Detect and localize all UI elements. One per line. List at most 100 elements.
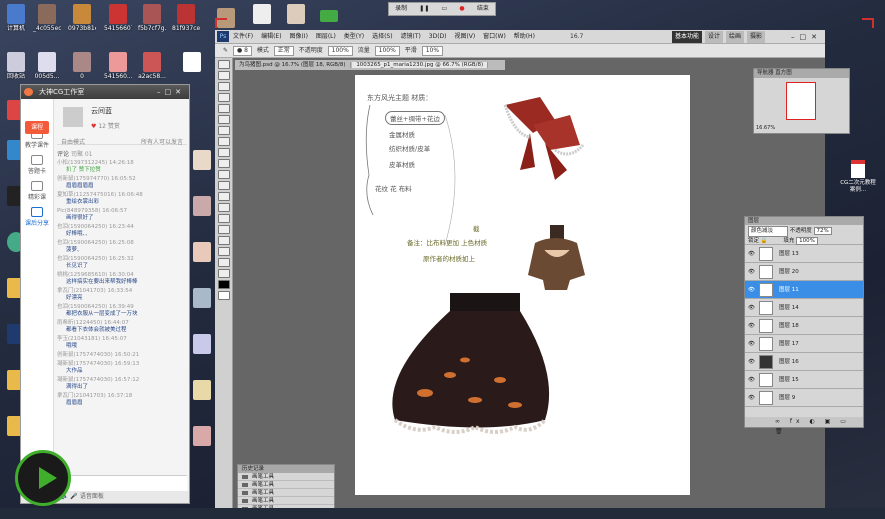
desktop-icon-image[interactable] bbox=[188, 242, 216, 263]
menu-view[interactable]: 视图(V) bbox=[454, 33, 475, 40]
gradient-tool-icon[interactable] bbox=[217, 181, 230, 190]
desktop-icon-pdf[interactable]: CG二次元教程案例... bbox=[838, 160, 878, 194]
menu-select[interactable]: 选择(S) bbox=[372, 33, 393, 40]
document-canvas[interactable]: 东方风光主题 材质： 蕾丝+绸带+花边 金属材质 纺织材质/皮革 皮革材质 花纹… bbox=[355, 75, 690, 495]
sidebar-item-answer-card[interactable]: 答题卡 bbox=[21, 155, 53, 175]
brush-size-picker[interactable]: ● 8 bbox=[232, 46, 252, 56]
eye-icon[interactable]: 👁 bbox=[748, 371, 755, 389]
record-button[interactable]: 录制 bbox=[395, 3, 407, 15]
desktop-icon-recycle-bin[interactable]: 回收站 bbox=[2, 52, 30, 80]
eye-icon[interactable]: 👁 bbox=[748, 335, 755, 353]
desktop-icon-image[interactable] bbox=[188, 150, 216, 171]
layer-row[interactable]: 👁 图层 14 bbox=[745, 299, 863, 317]
eye-icon[interactable]: 👁 bbox=[748, 389, 755, 407]
tab-document-psd[interactable]: 为鸟猪图.psd @ 16.7% (图层 18, RGB/8) bbox=[235, 62, 351, 68]
stop-icon[interactable]: ● bbox=[459, 3, 464, 15]
desktop-icon-image[interactable] bbox=[188, 426, 216, 447]
zoom-level[interactable]: 16.7 bbox=[570, 30, 583, 44]
sidebar-item-highlights[interactable]: 精彩课 bbox=[21, 181, 53, 201]
type-tool-icon[interactable] bbox=[217, 225, 230, 234]
workspace-photography[interactable]: 摄影 bbox=[746, 31, 765, 43]
history-item[interactable]: 画笔工具 bbox=[238, 473, 334, 481]
desktop-icon-image[interactable]: a2ac58... bbox=[138, 52, 166, 80]
eye-icon[interactable]: 👁 bbox=[748, 299, 755, 317]
lock-icon[interactable]: 🔒 bbox=[761, 238, 768, 244]
desktop-icon-image[interactable] bbox=[188, 288, 216, 309]
desktop-icon-image[interactable] bbox=[188, 334, 216, 355]
lasso-tool-icon[interactable] bbox=[217, 82, 230, 91]
tab-document-jpg[interactable]: 1003265_p1_maria1230.jpg @ 66.7% (RGB/8) bbox=[352, 62, 489, 68]
zoom-tool-icon[interactable] bbox=[217, 269, 230, 278]
play-button[interactable] bbox=[15, 450, 71, 506]
foreground-color-swatch[interactable] bbox=[217, 280, 230, 289]
pause-icon[interactable]: ❚❚ bbox=[419, 3, 429, 15]
move-tool-icon[interactable] bbox=[217, 60, 230, 69]
history-item[interactable]: 画笔工具 bbox=[238, 497, 334, 505]
eye-icon[interactable]: 👁 bbox=[748, 263, 755, 281]
eye-icon[interactable]: 👁 bbox=[748, 317, 755, 335]
layer-row[interactable]: 👁 图层 16 bbox=[745, 353, 863, 371]
workspace-design[interactable]: 设计 bbox=[704, 31, 723, 43]
crop-tool-icon[interactable] bbox=[217, 104, 230, 113]
layer-fill-input[interactable]: 100% bbox=[796, 237, 818, 245]
navigator-thumbnail[interactable] bbox=[786, 82, 816, 120]
course-tag[interactable]: 课程 bbox=[25, 121, 49, 134]
desktop-icon-image[interactable]: _4c055ecg... bbox=[33, 4, 61, 32]
eyedropper-icon[interactable] bbox=[217, 115, 230, 124]
layer-row[interactable]: 👁 图层 17 bbox=[745, 335, 863, 353]
heart-icon[interactable]: ♥ bbox=[91, 123, 96, 130]
history-item[interactable]: 画笔工具 bbox=[238, 489, 334, 497]
eye-icon[interactable]: 👁 bbox=[748, 353, 755, 371]
menu-type[interactable]: 类型(Y) bbox=[344, 33, 364, 40]
history-item[interactable]: 画笔工具 bbox=[238, 481, 334, 489]
layer-opacity-input[interactable]: 72% bbox=[813, 227, 832, 235]
desktop-icon-image[interactable] bbox=[315, 10, 343, 23]
desktop-icon-image[interactable]: 0 bbox=[68, 52, 96, 80]
layer-row[interactable]: 👁 图层 15 bbox=[745, 371, 863, 389]
layer-row-selected[interactable]: 👁 图层 11 bbox=[745, 281, 863, 299]
menu-file[interactable]: 文件(F) bbox=[233, 33, 253, 40]
window-controls[interactable]: –□✕ bbox=[791, 30, 822, 44]
navigator-tabs[interactable]: 导航器 直方图 bbox=[754, 69, 849, 78]
desktop-icon-image[interactable]: 541560... bbox=[104, 52, 132, 80]
brush-tool-icon[interactable]: ✎ bbox=[223, 47, 228, 54]
navigator-zoom[interactable]: 16.67% bbox=[756, 125, 775, 131]
message-list[interactable]: 评论 司聚 01 小松(1397312245) 14:26:18 扒了 赞下拉赞 … bbox=[57, 149, 187, 473]
sidebar-item-share[interactable]: 课后分享 bbox=[21, 207, 53, 227]
chat-input[interactable] bbox=[57, 475, 187, 491]
blur-tool-icon[interactable] bbox=[217, 192, 230, 201]
end-button[interactable]: 结束 bbox=[477, 3, 489, 15]
marquee-tool-icon[interactable] bbox=[217, 71, 230, 80]
history-brush-icon[interactable] bbox=[217, 159, 230, 168]
opacity-input[interactable]: 100% bbox=[327, 46, 353, 56]
avatar[interactable] bbox=[63, 107, 83, 127]
desktop-icon-image[interactable] bbox=[282, 4, 310, 25]
layer-row[interactable]: 👁 图层 18 bbox=[745, 317, 863, 335]
eye-icon[interactable]: 👁 bbox=[748, 281, 755, 299]
layer-row[interactable]: 👁 图层 20 bbox=[745, 263, 863, 281]
flow-input[interactable]: 100% bbox=[374, 46, 400, 56]
stamp-tool-icon[interactable] bbox=[217, 148, 230, 157]
desktop-icon-image[interactable]: f5b7cf7g... bbox=[138, 4, 166, 32]
menu-layer[interactable]: 图层(L) bbox=[316, 33, 336, 40]
chat-mode-select[interactable]: 自由模式 bbox=[61, 137, 85, 146]
workspace-painting[interactable]: 绘画 bbox=[725, 31, 744, 43]
hand-tool-icon[interactable] bbox=[217, 258, 230, 267]
layer-row[interactable]: 👁 图层 9 bbox=[745, 389, 863, 407]
voice-panel-label[interactable]: 语音面板 bbox=[80, 493, 104, 500]
pen-tool-icon[interactable] bbox=[217, 214, 230, 223]
eraser-icon[interactable] bbox=[217, 170, 230, 179]
layer-blend-mode-select[interactable]: 颜色减淡 bbox=[748, 226, 788, 237]
desktop-icon-image[interactable]: 005d5... bbox=[33, 52, 61, 80]
desktop-icon-computer[interactable]: 计算机 bbox=[2, 4, 30, 32]
menu-3d[interactable]: 3D(D) bbox=[429, 33, 447, 40]
desktop-icon-image[interactable] bbox=[188, 380, 216, 401]
menu-help[interactable]: 帮助(H) bbox=[514, 33, 535, 40]
healing-brush-icon[interactable] bbox=[217, 126, 230, 135]
layers-footer-buttons[interactable]: ∞ fx ◐ ▣ ▭ 🗑 bbox=[745, 417, 863, 435]
layer-row[interactable]: 👁 图层 13 bbox=[745, 245, 863, 263]
shape-tool-icon[interactable] bbox=[217, 247, 230, 256]
desktop-icon-file[interactable] bbox=[178, 52, 206, 73]
menu-image[interactable]: 图像(I) bbox=[289, 33, 307, 40]
workspace-essentials[interactable]: 基本功能 bbox=[671, 31, 702, 43]
